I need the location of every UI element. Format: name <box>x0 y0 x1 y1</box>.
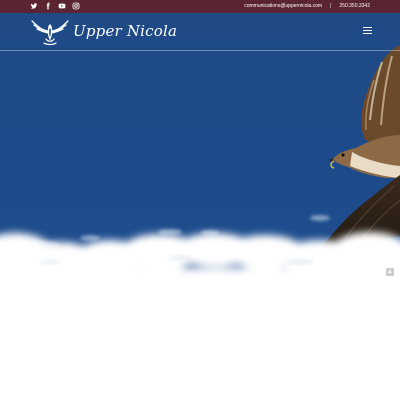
contact-info: communications@uppernicola.com | 250.350… <box>244 3 370 10</box>
social-links <box>30 2 80 10</box>
instagram-icon[interactable] <box>72 2 80 10</box>
twitter-icon[interactable] <box>30 2 38 10</box>
top-bar: communications@uppernicola.com | 250.350… <box>0 0 400 13</box>
main-header: Upper Nicola <box>0 13 400 51</box>
youtube-icon[interactable] <box>58 2 66 10</box>
contact-separator: | <box>330 3 332 9</box>
hero-image <box>0 45 400 400</box>
phone-link[interactable]: 250.350.3342 <box>339 3 370 10</box>
eagle-logo-icon <box>31 20 69 46</box>
hamburger-menu-icon[interactable] <box>363 27 372 35</box>
email-link[interactable]: communications@uppernicola.com <box>244 3 322 10</box>
brand-logo[interactable]: Upper Nicola <box>30 17 177 47</box>
brand-name: Upper Nicola <box>73 22 178 40</box>
hero-banner <box>0 13 400 400</box>
facebook-icon[interactable] <box>44 2 52 10</box>
scroll-up-icon[interactable]: ▲ <box>386 268 394 276</box>
